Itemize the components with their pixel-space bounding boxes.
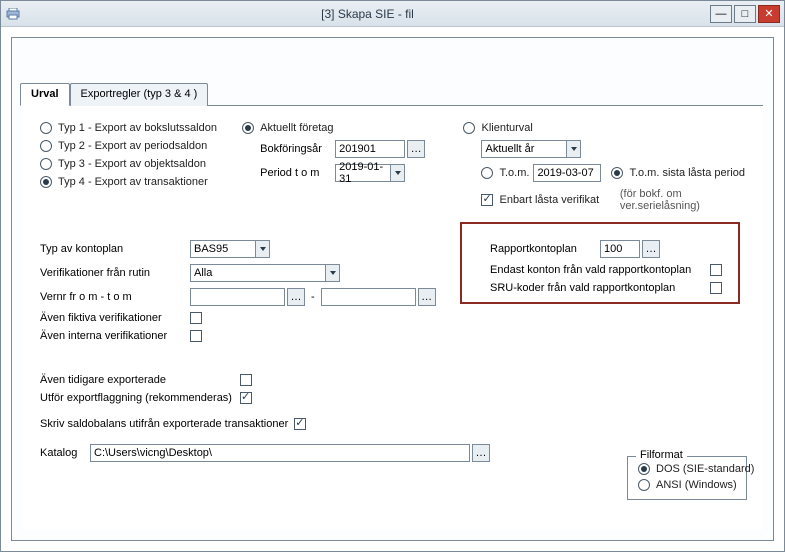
chevron-down-icon[interactable] [325,265,339,281]
fiktiva-label: Även fiktiva verifikationer [40,312,190,324]
aktuellt-ar-select[interactable]: Aktuellt år [481,140,581,158]
checkbox-interna[interactable] [190,330,202,342]
verif-rutin-select[interactable]: Alla [190,264,340,282]
tab-urval-label: Urval [31,88,59,100]
window-title: [3] Skapa SIE - fil [25,7,710,21]
tom-label[interactable]: T.o.m. [499,167,529,179]
close-button[interactable]: ✕ [758,5,780,23]
bokforingsar-label: Bokföringsår [260,143,335,155]
forbokf-note: (för bokf. om ver.serielåsning) [620,188,745,212]
filformat-group: Filformat DOS (SIE-standard) ANSI (Windo… [627,456,747,500]
titlebar: [3] Skapa SIE - fil — □ ✕ [1,1,784,27]
checkbox-tidigare-exporterade[interactable] [240,374,252,386]
close-icon: ✕ [764,7,773,20]
radio-typ4[interactable] [40,176,52,188]
tab-exportregler[interactable]: Exportregler (typ 3 & 4 ) [70,83,209,106]
period-value: 2019-01-31 [339,161,388,185]
client-area: Urval Exportregler (typ 3 & 4 ) Typ 1 - … [11,37,774,541]
radio-ansi[interactable] [638,479,650,491]
tabpanel-urval: Typ 1 - Export av bokslutssaldon Typ 2 -… [22,105,763,530]
katalog-picker[interactable]: … [472,444,490,462]
window: [3] Skapa SIE - fil — □ ✕ Urval Exportre… [0,0,785,552]
vernr-from-picker[interactable]: … [287,288,305,306]
radio-typ3-label[interactable]: Typ 3 - Export av objektsaldon [58,158,206,170]
tab-urval[interactable]: Urval [20,83,70,106]
tidigare-exporterade-label: Även tidigare exporterade [40,374,240,386]
radio-klienturval[interactable] [463,122,475,134]
tom-sista-label[interactable]: T.o.m. sista låsta period [629,167,745,179]
maximize-button[interactable]: □ [734,5,756,23]
checkbox-fiktiva[interactable] [190,312,202,324]
checkbox-saldobalans[interactable] [294,418,306,430]
rapportkontoplan-label: Rapportkontoplan [490,243,600,255]
minimize-icon: — [716,8,727,20]
filformat-legend: Filformat [636,449,687,461]
kontoplan-value: BAS95 [194,243,228,255]
katalog-label: Katalog [40,447,90,459]
aktuellt-ar-value: Aktuellt år [485,143,534,155]
vernr-label: Vernr fr o m - t o m [40,291,190,303]
radio-aktuellt-foretag-label[interactable]: Aktuellt företag [260,122,333,134]
tom-input[interactable]: 2019-03-07 [533,164,601,182]
radio-tom-sista[interactable] [611,167,623,179]
endast-konton-label: Endast konton från vald rapportkontoplan [490,264,710,276]
checkbox-endast-konton[interactable] [710,264,722,276]
kontoplan-select[interactable]: BAS95 [190,240,270,258]
ellipsis-icon: … [421,291,432,303]
rapportkontoplan-input[interactable]: 100 [600,240,640,258]
kontoplan-label: Typ av kontoplan [40,243,190,255]
minimize-button[interactable]: — [710,5,732,23]
ellipsis-icon: … [411,143,422,155]
interna-label: Även interna verifikationer [40,330,190,342]
rapportkontoplan-value: 100 [604,243,622,255]
rapportkontoplan-picker[interactable]: … [642,240,660,258]
chevron-down-icon[interactable] [390,165,404,181]
checkbox-sru-koder[interactable] [710,282,722,294]
maximize-icon: □ [742,8,749,20]
enbart-lasta-label[interactable]: Enbart låsta verifikat [499,194,599,206]
sru-koder-label: SRU-koder från vald rapportkontoplan [490,282,710,294]
bokforingsar-value: 201901 [339,143,376,155]
radio-typ1[interactable] [40,122,52,134]
exportflaggning-label: Utför exportflaggning (rekommenderas) [40,392,240,404]
radio-typ2-label[interactable]: Typ 2 - Export av periodsaldon [58,140,207,152]
chevron-down-icon[interactable] [566,141,580,157]
katalog-input[interactable]: C:\Users\vicng\Desktop\ [90,444,470,462]
radio-dos[interactable] [638,463,650,475]
radio-aktuellt-foretag[interactable] [242,122,254,134]
radio-typ1-label[interactable]: Typ 1 - Export av bokslutssaldon [58,122,217,134]
tom-value: 2019-03-07 [537,167,593,179]
vernr-dash: - [311,291,315,303]
vernr-from-input[interactable] [190,288,285,306]
chevron-down-icon[interactable] [255,241,269,257]
verif-rutin-value: Alla [194,267,212,279]
radio-tom[interactable] [481,167,493,179]
period-label: Period t o m [260,167,335,179]
checkbox-exportflaggning[interactable] [240,392,252,404]
verif-rutin-label: Verifikationer från rutin [40,267,190,279]
radio-klienturval-label[interactable]: Klienturval [481,122,532,134]
period-select[interactable]: 2019-01-31 [335,164,405,182]
radio-typ2[interactable] [40,140,52,152]
ellipsis-icon: … [646,243,657,255]
radio-typ3[interactable] [40,158,52,170]
radio-ansi-label[interactable]: ANSI (Windows) [656,479,737,491]
radio-typ4-label[interactable]: Typ 4 - Export av transaktioner [58,176,208,188]
vernr-to-input[interactable] [321,288,416,306]
printer-icon [5,7,21,21]
ellipsis-icon: … [476,447,487,459]
bokforingsar-input[interactable]: 201901 [335,140,405,158]
saldobalans-label: Skriv saldobalans utifrån exporterade tr… [40,418,288,430]
radio-dos-label[interactable]: DOS (SIE-standard) [656,463,754,475]
katalog-value: C:\Users\vicng\Desktop\ [94,447,212,459]
tab-exportregler-label: Exportregler (typ 3 & 4 ) [81,88,198,100]
ellipsis-icon: … [291,291,302,303]
bokforingsar-picker[interactable]: … [407,140,425,158]
checkbox-enbart-lasta[interactable] [481,194,493,206]
vernr-to-picker[interactable]: … [418,288,436,306]
